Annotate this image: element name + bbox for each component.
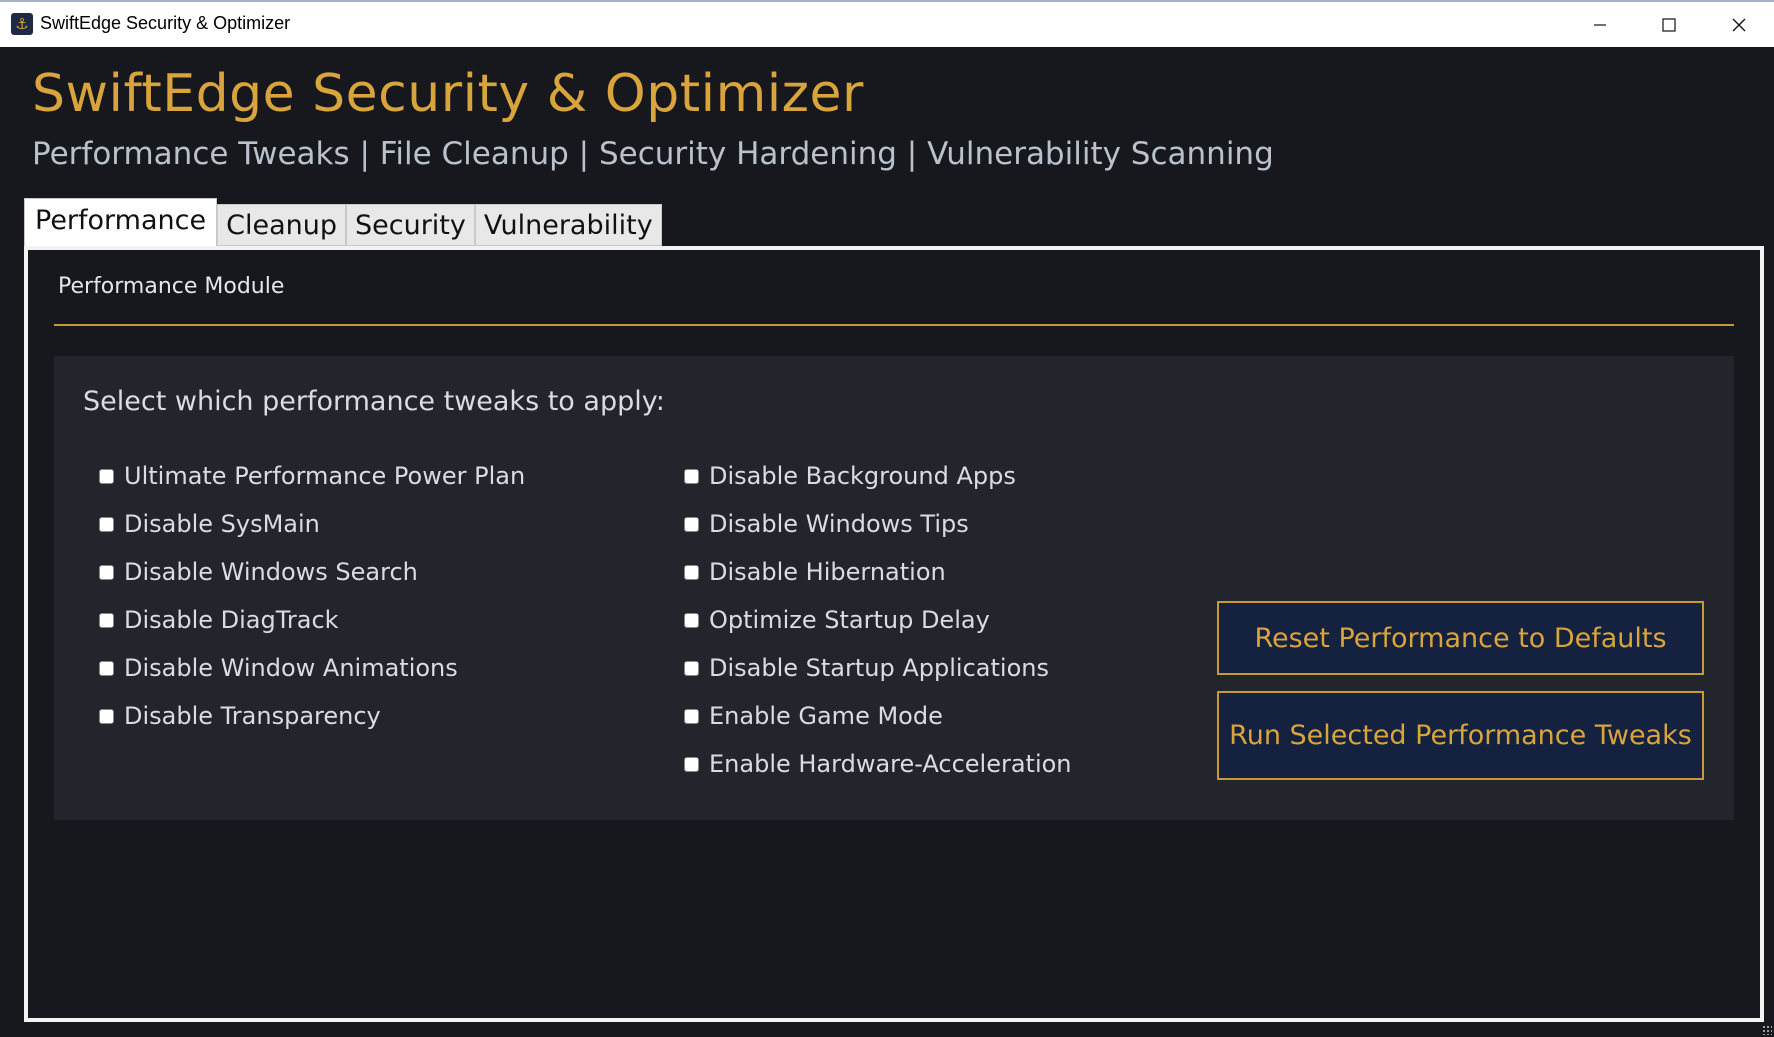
checkbox[interactable] <box>684 660 699 676</box>
options-prompt: Select which performance tweaks to apply… <box>83 386 665 417</box>
tab-performance[interactable]: Performance <box>24 198 218 246</box>
option-label: Enable Game Mode <box>709 702 943 730</box>
checkbox[interactable] <box>99 516 114 532</box>
checkbox[interactable] <box>99 708 114 724</box>
option-optimize-startup-delay[interactable]: Optimize Startup Delay <box>684 596 1072 644</box>
checkbox[interactable] <box>99 612 114 628</box>
title-bar[interactable]: ⚓ SwiftEdge Security & Optimizer <box>0 2 1774 47</box>
options-column-left: Ultimate Performance Power Plan Disable … <box>99 452 525 740</box>
module-divider <box>54 324 1734 326</box>
window-title: SwiftEdge Security & Optimizer <box>40 13 291 33</box>
option-label: Enable Hardware-Acceleration <box>709 750 1072 778</box>
run-performance-tweaks-button[interactable]: Run Selected Performance Tweaks <box>1217 691 1704 780</box>
minimize-icon <box>1594 23 1606 26</box>
checkbox[interactable] <box>99 660 114 676</box>
option-disable-transparency[interactable]: Disable Transparency <box>99 692 525 740</box>
option-label: Optimize Startup Delay <box>709 606 990 634</box>
app-window: ⚓ SwiftEdge Security & Optimizer SwiftEd… <box>0 0 1774 1037</box>
checkbox[interactable] <box>684 612 699 628</box>
checkbox[interactable] <box>684 468 699 484</box>
checkbox[interactable] <box>684 708 699 724</box>
option-label: Disable DiagTrack <box>124 606 339 634</box>
maximize-icon <box>1662 17 1676 32</box>
option-enable-hardware-acceleration[interactable]: Enable Hardware-Acceleration <box>684 740 1072 788</box>
resize-grip[interactable] <box>1762 1025 1772 1035</box>
tab-bar: Performance Cleanup Security Vulnerabili… <box>24 198 662 246</box>
option-disable-window-animations[interactable]: Disable Window Animations <box>99 644 525 692</box>
option-label: Disable Background Apps <box>709 462 1016 490</box>
tab-vulnerability[interactable]: Vulnerability <box>474 204 662 246</box>
checkbox[interactable] <box>684 564 699 580</box>
option-enable-game-mode[interactable]: Enable Game Mode <box>684 692 1072 740</box>
option-label: Ultimate Performance Power Plan <box>124 462 526 490</box>
minimize-button[interactable] <box>1565 2 1635 47</box>
app-title: SwiftEdge Security & Optimizer <box>32 64 864 124</box>
option-label: Disable Hibernation <box>709 558 946 586</box>
option-disable-background-apps[interactable]: Disable Background Apps <box>684 452 1072 500</box>
tab-cleanup[interactable]: Cleanup <box>217 204 346 246</box>
option-label: Disable Transparency <box>124 702 381 730</box>
app-subtitle: Performance Tweaks | File Cleanup | Secu… <box>32 136 1274 172</box>
option-disable-diagtrack[interactable]: Disable DiagTrack <box>99 596 525 644</box>
option-label: Disable Windows Tips <box>709 510 969 538</box>
option-disable-hibernation[interactable]: Disable Hibernation <box>684 548 1072 596</box>
option-disable-windows-search[interactable]: Disable Windows Search <box>99 548 525 596</box>
option-ultimate-power-plan[interactable]: Ultimate Performance Power Plan <box>99 452 525 500</box>
close-icon <box>1732 18 1746 31</box>
checkbox[interactable] <box>99 564 114 580</box>
checkbox[interactable] <box>684 516 699 532</box>
module-title: Performance Module <box>58 274 285 299</box>
options-box: Select which performance tweaks to apply… <box>54 356 1734 820</box>
reset-performance-button[interactable]: Reset Performance to Defaults <box>1217 601 1704 675</box>
anchor-icon: ⚓ <box>11 13 33 35</box>
options-column-right: Disable Background Apps Disable Windows … <box>684 452 1072 788</box>
close-button[interactable] <box>1704 2 1774 47</box>
option-disable-windows-tips[interactable]: Disable Windows Tips <box>684 500 1072 548</box>
option-label: Disable Window Animations <box>124 654 458 682</box>
option-disable-sysmain[interactable]: Disable SysMain <box>99 500 525 548</box>
performance-panel: Performance Module Select which performa… <box>24 246 1764 1022</box>
option-label: Disable Startup Applications <box>709 654 1049 682</box>
checkbox[interactable] <box>99 468 114 484</box>
option-label: Disable Windows Search <box>124 558 418 586</box>
option-label: Disable SysMain <box>124 510 320 538</box>
tab-security[interactable]: Security <box>345 204 475 246</box>
maximize-button[interactable] <box>1634 2 1704 47</box>
checkbox[interactable] <box>684 756 699 772</box>
option-disable-startup-applications[interactable]: Disable Startup Applications <box>684 644 1072 692</box>
